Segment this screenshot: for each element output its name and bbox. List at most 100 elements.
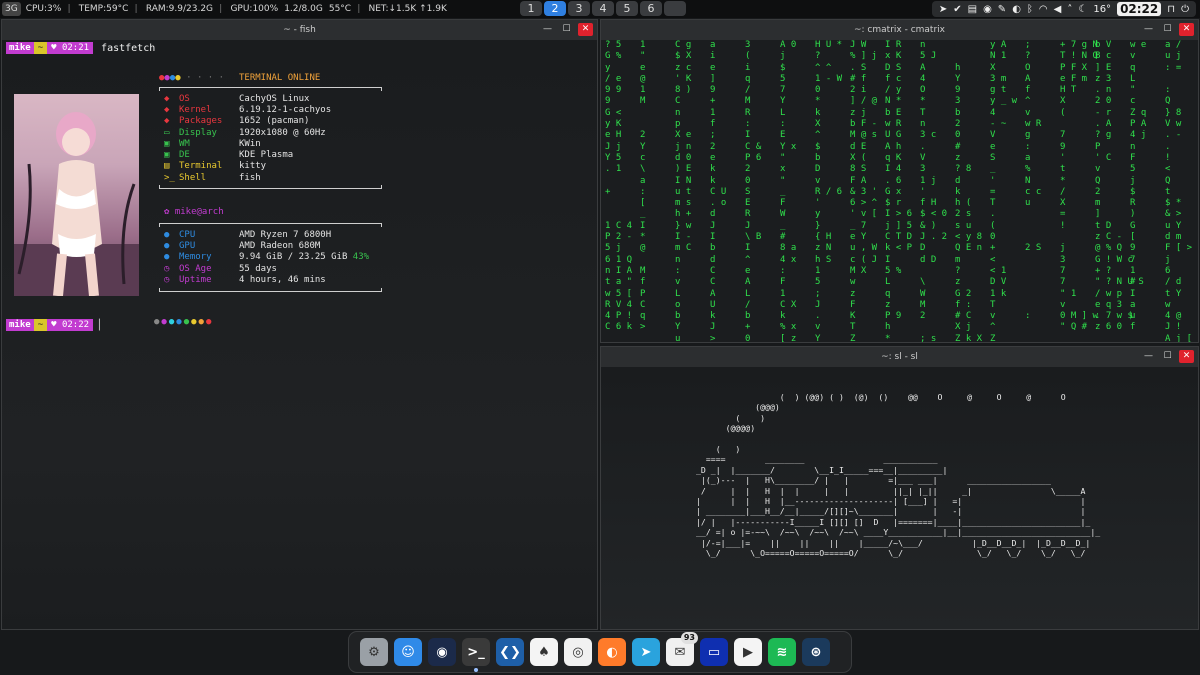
prompt-time-value: 02:21 bbox=[61, 43, 90, 53]
matrix-column: H U * ? ^ ^ 1 - W 0 * k X ^ $ b D v R / … bbox=[815, 40, 843, 342]
close-button[interactable]: ✕ bbox=[1179, 350, 1194, 363]
shell-label: Shell bbox=[179, 173, 207, 183]
clipboard-tray-icon[interactable]: ▤ bbox=[968, 4, 977, 15]
uptime-label: Uptime bbox=[179, 275, 212, 285]
weather-icon[interactable]: ☾ bbox=[1078, 4, 1087, 15]
chevron-up-icon[interactable]: ˄ bbox=[1067, 4, 1072, 15]
prompt-line: mike ~ ♥ 02:21 fastfetch bbox=[6, 42, 155, 54]
maximize-button[interactable]: ☐ bbox=[1160, 23, 1175, 36]
terminal-value: kitty bbox=[239, 161, 267, 171]
close-button[interactable]: ✕ bbox=[1179, 23, 1194, 36]
record-tray-icon[interactable]: ◉ bbox=[983, 4, 992, 15]
temp-readout: TEMP:59°C bbox=[78, 4, 129, 14]
workspace-2[interactable]: 2 bbox=[544, 1, 566, 16]
apple-icon[interactable] bbox=[664, 1, 686, 16]
firefox-icon[interactable]: ◐ bbox=[598, 638, 626, 666]
vscode-icon[interactable]: ❮❯ bbox=[496, 638, 524, 666]
kernel-icon: ◆ bbox=[164, 105, 170, 115]
mailspring-icon[interactable]: ✉ 93 bbox=[666, 632, 698, 666]
de-value: KDE Plasma bbox=[239, 150, 294, 160]
sl-titlebar[interactable]: ~: sl - sl — ☐ ✕ bbox=[601, 347, 1198, 367]
packages-icon: ◆ bbox=[164, 116, 170, 126]
minimize-button[interactable]: — bbox=[540, 23, 555, 36]
cpu-value: AMD Ryzen 7 6800H bbox=[239, 230, 332, 240]
memory-amount: 9.94 GiB / 23.25 GiB bbox=[239, 252, 348, 262]
workspace-4[interactable]: 4 bbox=[592, 1, 614, 16]
wm-value: KWin bbox=[239, 139, 261, 149]
terminal-icon-small: ▤ bbox=[164, 161, 170, 171]
monitor-icon[interactable]: ▭ bbox=[700, 638, 728, 666]
info-box-top-bottom bbox=[159, 185, 382, 189]
mongodb-icon[interactable]: ♠ bbox=[530, 638, 558, 666]
workspace-1[interactable]: 1 bbox=[520, 1, 542, 16]
close-button[interactable]: ✕ bbox=[578, 23, 593, 36]
packages-value: 1652 (pacman) bbox=[239, 116, 310, 126]
matrix-column: 3 ( i q / M R : I C & P 6 2 0 S E R J \ … bbox=[745, 40, 762, 342]
workspace-6[interactable]: 6 bbox=[640, 1, 662, 16]
cursor[interactable]: ▏ bbox=[99, 320, 105, 331]
cmatrix-window[interactable]: ~: cmatrix - cmatrix — ☐ ✕ ? 5 G % y / e… bbox=[600, 19, 1199, 343]
matrix-rain[interactable]: ? 5 G % y / e 9 9 9 G < y K e H J j Y 5 … bbox=[601, 40, 1198, 342]
maximize-button[interactable]: ☐ bbox=[559, 23, 574, 36]
telegram-icon[interactable]: ➤ bbox=[632, 638, 660, 666]
info-box-bottom-end bbox=[159, 288, 382, 292]
terminal-content[interactable]: mike ~ ♥ 02:21 fastfetch ●●●● · · · · TE… bbox=[2, 40, 597, 629]
terminal-label: Terminal bbox=[179, 161, 223, 171]
spotify-icon[interactable]: ≋ bbox=[768, 638, 796, 666]
user-icon: ✿ bbox=[164, 207, 175, 217]
cpu-icon: ● bbox=[164, 230, 170, 240]
pen-tray-icon[interactable]: ✎ bbox=[998, 4, 1006, 15]
notification-badge: 93 bbox=[680, 632, 698, 644]
matrix-column: ; ? O A f ^ v w R g : a % N c c u 2 S : bbox=[1025, 40, 1042, 322]
telegram-tray-icon[interactable]: ➤ bbox=[939, 4, 947, 15]
sl-content[interactable]: ( ) (@@) ( ) (@) () @@ O @ O @ O (@@@) (… bbox=[601, 367, 1198, 629]
distro-logo[interactable]: 3G bbox=[2, 2, 21, 16]
wm-label: WM bbox=[179, 139, 190, 149]
system-settings-icon[interactable]: ⚙ bbox=[360, 638, 388, 666]
cpu-label: CPU bbox=[179, 230, 196, 240]
cpu-usage: CPU:3% bbox=[25, 4, 62, 14]
toggle-tray-icon[interactable]: ◐ bbox=[1012, 4, 1021, 15]
finder-icon[interactable]: ☺ bbox=[394, 638, 422, 666]
matrix-column: a i e ] 9 + 1 f ; 2 e k k C U . o d J I … bbox=[710, 40, 727, 342]
workspace-5[interactable]: 5 bbox=[616, 1, 638, 16]
youtube-icon[interactable]: ▶ bbox=[734, 638, 762, 666]
running-indicator bbox=[474, 668, 478, 672]
user-host-line: ✿ mike@arch bbox=[164, 207, 224, 217]
prompt-user: mike bbox=[6, 42, 34, 54]
prompt-time-2: ♥ 02:22 bbox=[47, 319, 94, 331]
header-text: TERMINAL ONLINE bbox=[239, 73, 321, 83]
power-icon[interactable]: ⏻ bbox=[1181, 4, 1189, 15]
minimize-button[interactable]: — bbox=[1141, 350, 1156, 363]
display-label: Display bbox=[179, 128, 217, 138]
bluetooth-icon[interactable]: ᛒ bbox=[1027, 4, 1033, 15]
terminal-online-header: TERMINAL ONLINE bbox=[239, 73, 320, 83]
cmatrix-titlebar[interactable]: ~: cmatrix - cmatrix — ☐ ✕ bbox=[601, 20, 1198, 40]
de-icon: ▣ bbox=[164, 150, 170, 160]
volume-icon[interactable]: ◀ bbox=[1054, 4, 1062, 15]
prompt-dir-2: ~ bbox=[33, 319, 48, 331]
fish-titlebar[interactable]: ~ - fish — ☐ ✕ bbox=[2, 20, 597, 40]
vpn-tray-icon[interactable]: ✔ bbox=[953, 4, 961, 15]
lock-icon[interactable]: ⊓ bbox=[1167, 4, 1175, 15]
maximize-button[interactable]: ☐ bbox=[1160, 350, 1175, 363]
system-tray: ➤ ✔ ▤ ◉ ✎ ◐ ᛒ ◠ ◀ ˄ ☾ 16° 02:22 ⊓ ⏻ bbox=[931, 1, 1196, 17]
workspace-3[interactable]: 3 bbox=[568, 1, 590, 16]
minimize-button[interactable]: — bbox=[1141, 23, 1156, 36]
prompt-line-2: mike ~ ♥ 02:22 ▏ bbox=[6, 319, 105, 331]
steam-icon[interactable]: ⊛ bbox=[802, 638, 830, 666]
window-title: ~ - fish bbox=[283, 25, 316, 35]
chrome-icon[interactable]: ◎ bbox=[564, 638, 592, 666]
os-age-icon: ◷ bbox=[164, 264, 170, 274]
fish-terminal-window[interactable]: ~ - fish — ☐ ✕ mike ~ ♥ 02:21 fastfetch bbox=[1, 19, 598, 630]
matrix-column: + 7 g N T ! N Q P F X e F m H T X ( 7 9 … bbox=[1060, 40, 1098, 333]
discover-icon[interactable]: ◉ bbox=[428, 638, 456, 666]
matrix-column: a / u j : = : Q } 8 V w . - . ! < Q t $ … bbox=[1165, 40, 1198, 342]
sl-window[interactable]: ~: sl - sl — ☐ ✕ ( ) (@@) ( ) (@) () @@ … bbox=[600, 346, 1199, 630]
terminal-icon[interactable]: >_ bbox=[462, 638, 490, 672]
wm-icon: ▣ bbox=[164, 139, 170, 149]
display-value: 1920x1080 @ 60Hz bbox=[239, 128, 326, 138]
wifi-icon[interactable]: ◠ bbox=[1039, 4, 1048, 15]
clock[interactable]: 02:22 bbox=[1117, 2, 1162, 16]
matrix-column: w e v q L " c Z q P A 4 j n F 5 j $ R ) … bbox=[1130, 40, 1147, 333]
